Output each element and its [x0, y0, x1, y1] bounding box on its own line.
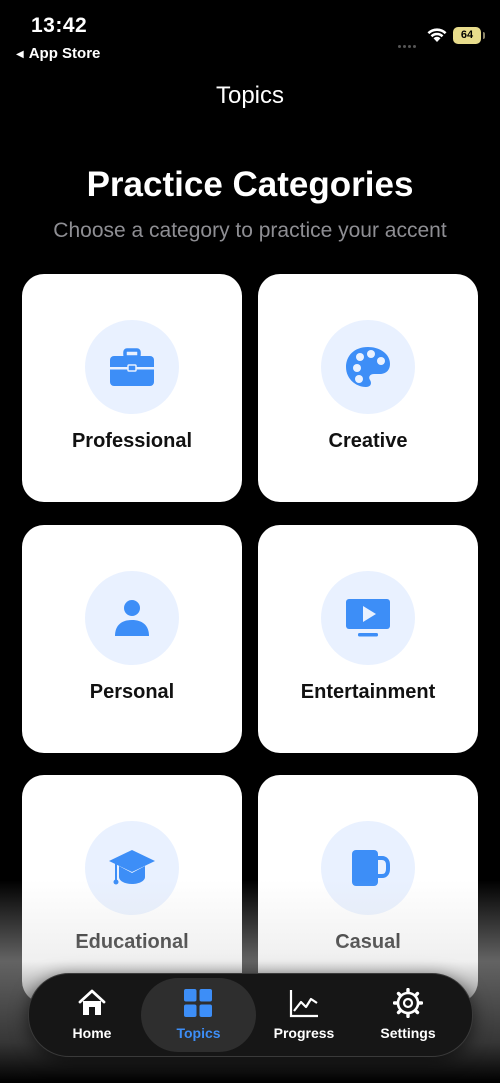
category-card-professional[interactable]: Professional — [22, 274, 242, 502]
category-label: Creative — [328, 430, 408, 452]
mug-icon — [321, 821, 415, 915]
grid-icon — [184, 989, 212, 1017]
status-time: 13:42 — [31, 14, 88, 37]
category-label: Educational — [75, 931, 189, 953]
briefcase-icon — [85, 320, 179, 414]
back-to-app-link[interactable]: ◀ App Store — [16, 45, 100, 62]
page-title: Practice Categories — [86, 165, 414, 204]
palette-icon — [321, 320, 415, 414]
chart-icon — [289, 990, 318, 1018]
tab-label: Settings — [380, 1025, 436, 1041]
page-subtitle: Choose a category to practice your accen… — [53, 219, 447, 242]
tv-play-icon — [321, 571, 415, 665]
wifi-icon — [427, 28, 447, 42]
cellular-signal-icon — [398, 35, 420, 48]
category-card-educational[interactable]: Educational — [22, 775, 242, 1003]
category-card-entertainment[interactable]: Entertainment — [258, 525, 478, 753]
nav-title: Topics — [215, 82, 285, 109]
house-icon — [78, 989, 106, 1015]
category-label: Personal — [89, 681, 175, 703]
gear-icon — [393, 988, 423, 1018]
tab-progress[interactable]: Progress — [251, 974, 357, 1056]
graduation-cap-icon — [85, 821, 179, 915]
person-icon — [85, 571, 179, 665]
category-card-casual[interactable]: Casual — [258, 775, 478, 1003]
category-label: Entertainment — [300, 681, 436, 703]
tab-topics[interactable]: Topics — [141, 978, 256, 1052]
back-triangle-icon: ◀ — [16, 49, 24, 60]
tab-settings[interactable]: Settings — [355, 974, 461, 1056]
back-app-label: App Store — [28, 45, 101, 62]
tab-label: Progress — [273, 1025, 335, 1041]
category-card-creative[interactable]: Creative — [258, 274, 478, 502]
category-label: Professional — [71, 430, 193, 452]
category-label: Casual — [335, 931, 401, 953]
tab-bar: Home Topics Progress Settings — [28, 973, 473, 1057]
battery-icon: 64 — [453, 27, 485, 44]
status-bar: 13:42 ◀ App Store 64 — [0, 0, 500, 70]
category-card-personal[interactable]: Personal — [22, 525, 242, 753]
tab-label: Topics — [176, 1025, 221, 1041]
tab-home[interactable]: Home — [39, 974, 145, 1056]
tab-label: Home — [72, 1025, 112, 1041]
